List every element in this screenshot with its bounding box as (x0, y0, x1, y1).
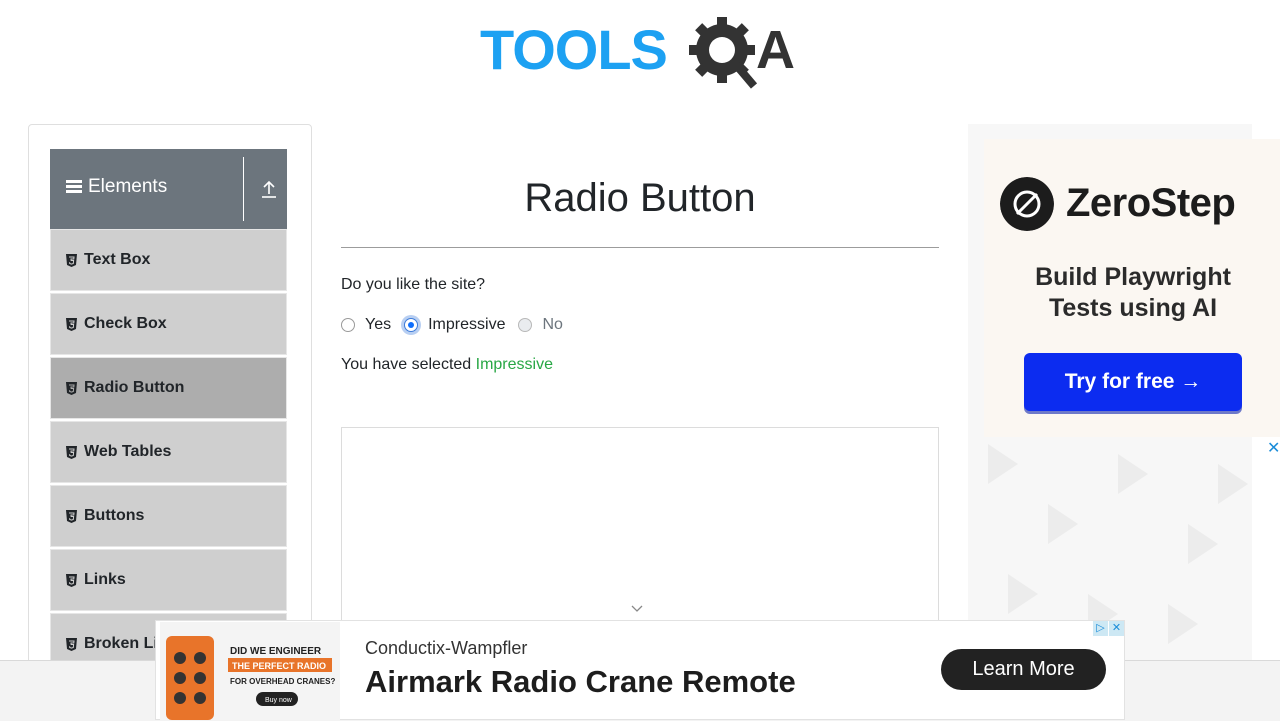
sidebar-item-label: Broken Li (84, 635, 158, 652)
radio-yes-label[interactable]: Yes (365, 316, 391, 334)
radio-no-circle (518, 318, 533, 332)
html5-icon (66, 317, 77, 331)
page-title: Radio Button (524, 176, 756, 220)
radio-impressive-label[interactable]: Impressive (428, 316, 505, 334)
radio-group: Yes Impressive No (341, 314, 576, 336)
learn-more-button[interactable]: Learn More (941, 649, 1106, 690)
title-divider (341, 247, 939, 248)
menu-icon (66, 180, 82, 194)
html5-icon (66, 573, 77, 587)
logo-text-a: A (756, 20, 795, 80)
toolsqa-logo-graphic: TOOLS A (480, 17, 795, 89)
adchoices-controls[interactable]: ▷ ✕ (1093, 621, 1125, 636)
sidebar-item-text-box[interactable]: Text Box (50, 229, 287, 291)
close-ad-icon[interactable]: ✕ (1109, 621, 1124, 636)
sidebar-item-check-box[interactable]: Check Box (50, 293, 287, 355)
question-text: Do you like the site? (341, 276, 486, 293)
close-icon[interactable]: ✕ (1267, 438, 1280, 458)
sidebar-item-radio-button[interactable]: Radio Button (50, 357, 287, 419)
zerostep-tagline: Build Playwright Tests using AI (1035, 263, 1231, 322)
header-divider (243, 157, 244, 221)
sidebar-item-label: Links (84, 571, 126, 588)
image-line-3: FOR OVERHEAD CRANES? (230, 677, 335, 686)
sidebar-item-label: Check Box (84, 315, 167, 332)
elements-group-header[interactable]: Elements (50, 149, 287, 229)
radio-no: No (518, 316, 563, 334)
sidebar-item-label: Buttons (84, 507, 145, 524)
logo-text-tools: TOOLS (480, 18, 667, 81)
ad-brand[interactable]: Conductix-Wampfler (365, 638, 527, 659)
sidebar-item-links[interactable]: Links (50, 549, 287, 611)
try-for-free-button[interactable]: Try for free → (1024, 353, 1242, 411)
zerostep-brand: ZeroStep (1066, 181, 1236, 225)
radio-no-label: No (542, 316, 563, 333)
image-buy-now: Buy now (265, 697, 293, 704)
html5-icon (66, 445, 77, 459)
radio-impressive-circle[interactable] (404, 318, 419, 332)
sidebar-item-label: Radio Button (84, 379, 185, 396)
selection-result: You have selected Impressive (341, 356, 553, 374)
radio-yes-circle[interactable] (341, 318, 355, 332)
radio-remote-image: DID WE ENGINEER THE PERFECT RADIO FOR OV… (160, 622, 340, 720)
html5-icon (66, 509, 77, 523)
chevron-down-icon[interactable] (630, 603, 644, 613)
collapse-arrow-icon[interactable] (260, 179, 278, 199)
radio-impressive[interactable]: Impressive (404, 316, 505, 334)
group-title: Elements (88, 176, 168, 197)
sidebar-item-label: Web Tables (84, 443, 172, 460)
result-value: Impressive (475, 356, 553, 373)
result-prefix: You have selected (341, 356, 476, 373)
toolsqa-logo[interactable]: TOOLS A (480, 14, 804, 92)
ad-title[interactable]: Airmark Radio Crane Remote (365, 664, 796, 700)
elements-menu: Text Box Check Box Radio Button Web Tabl… (50, 229, 287, 677)
gear-icon (689, 17, 758, 89)
zerostep-logo-icon (1000, 177, 1054, 231)
sidebar-item-buttons[interactable]: Buttons (50, 485, 287, 547)
sidebar-item-label: Text Box (84, 251, 151, 268)
html5-icon (66, 253, 77, 267)
image-line-2: THE PERFECT RADIO (232, 661, 326, 671)
image-line-1: DID WE ENGINEER (230, 646, 322, 657)
sidebar-item-web-tables[interactable]: Web Tables (50, 421, 287, 483)
product-image[interactable]: DID WE ENGINEER THE PERFECT RADIO FOR OV… (160, 622, 340, 720)
adchoices-icon[interactable]: ▷ (1093, 621, 1108, 636)
radio-yes[interactable]: Yes (341, 316, 391, 334)
html5-icon (66, 637, 77, 651)
html5-icon (66, 381, 77, 395)
